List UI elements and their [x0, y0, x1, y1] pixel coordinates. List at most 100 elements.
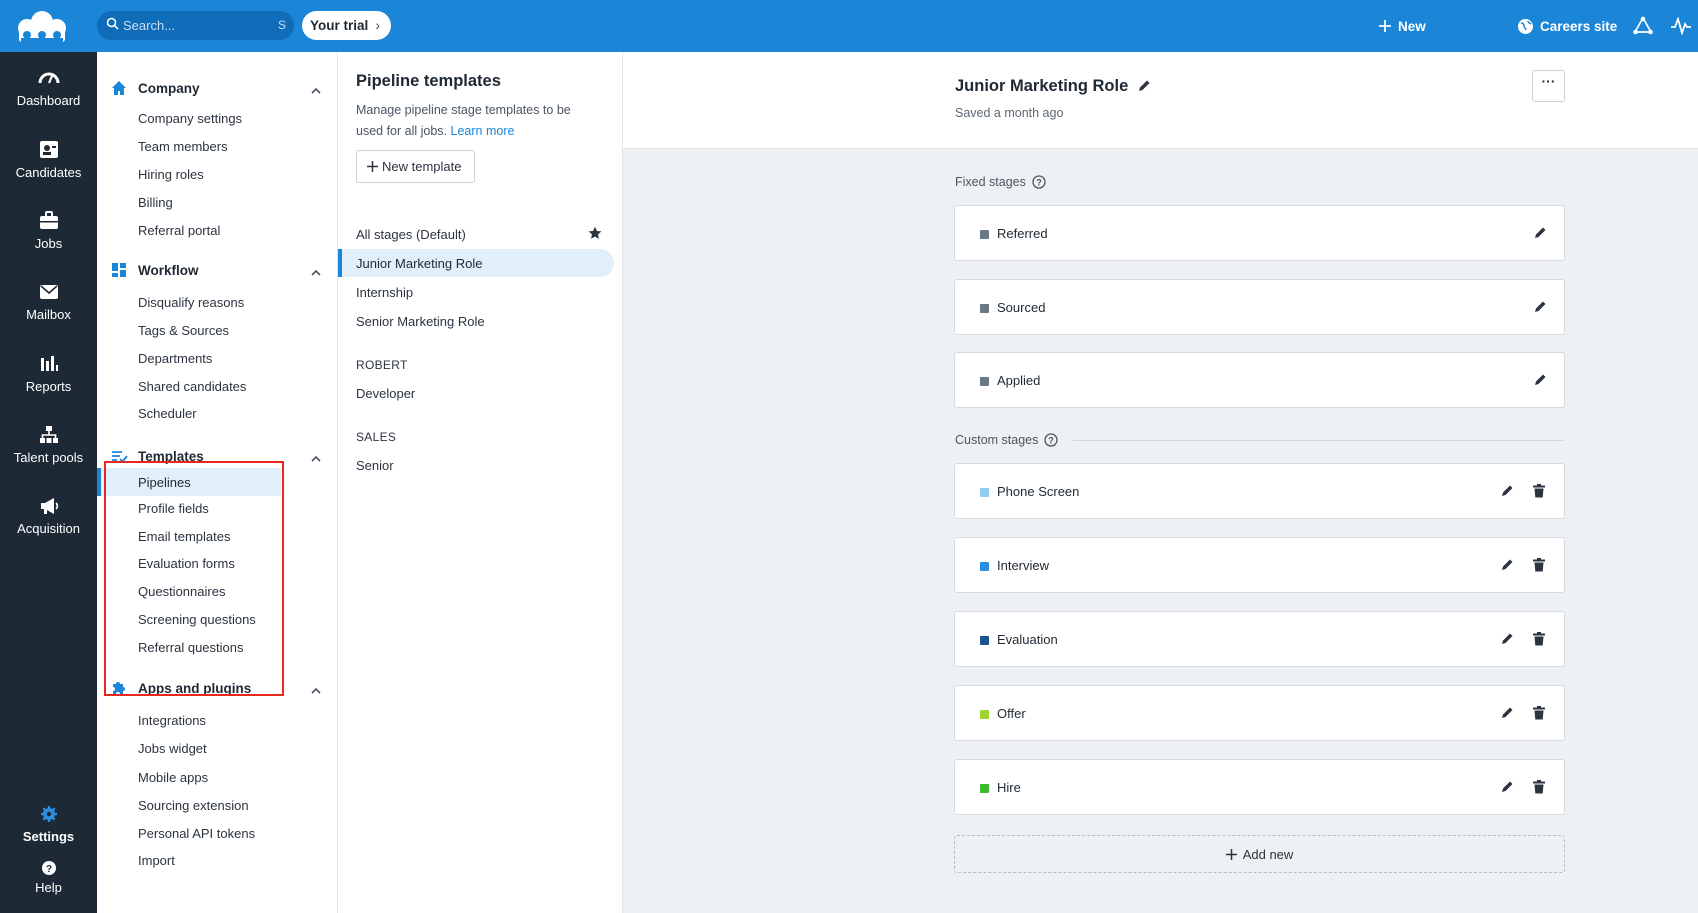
- chevron-up-icon[interactable]: [311, 264, 321, 279]
- pencil-icon[interactable]: [1500, 706, 1514, 723]
- search-input[interactable]: [123, 16, 263, 34]
- section-workflow[interactable]: Workflow: [111, 261, 321, 281]
- nav-jobs[interactable]: Jobs: [0, 210, 97, 251]
- template-item-developer[interactable]: Developer: [356, 386, 415, 401]
- add-new-stage-button[interactable]: Add new: [954, 835, 1565, 873]
- nav-label: Settings: [22, 829, 75, 844]
- fixed-stages-label: Fixed stages?: [955, 175, 1046, 192]
- settings-item-jobs-widget[interactable]: Jobs widget: [138, 741, 207, 756]
- template-item-default[interactable]: All stages (Default): [356, 227, 466, 242]
- nav-candidates[interactable]: Candidates: [0, 139, 97, 180]
- svg-text:?: ?: [1049, 436, 1055, 446]
- chevron-up-icon[interactable]: [311, 82, 321, 97]
- trash-icon[interactable]: [1533, 706, 1545, 723]
- careers-site-link[interactable]: Careers site: [1517, 0, 1617, 52]
- stage-color-dot: [980, 562, 989, 571]
- your-trial-button[interactable]: Your trial ›: [302, 11, 391, 40]
- help-circle-icon[interactable]: ?: [1032, 175, 1046, 192]
- bar-chart-icon: [0, 353, 97, 375]
- settings-item-scheduler[interactable]: Scheduler: [138, 406, 197, 421]
- highlight-box: [104, 461, 284, 696]
- chevron-right-icon: ›: [375, 18, 381, 33]
- trash-icon[interactable]: [1533, 632, 1545, 649]
- template-title: Junior Marketing Role: [955, 77, 1129, 95]
- settings-item-hiring-roles[interactable]: Hiring roles: [138, 167, 204, 182]
- pencil-icon[interactable]: [1137, 79, 1151, 96]
- learn-more-link[interactable]: Learn more: [451, 124, 515, 138]
- help-circle-icon[interactable]: ?: [1044, 433, 1059, 450]
- nav-help[interactable]: ? Help: [0, 860, 97, 895]
- settings-item-billing[interactable]: Billing: [138, 195, 173, 210]
- plus-icon: [1225, 848, 1237, 863]
- nav-acquisition[interactable]: Acquisition: [0, 495, 97, 536]
- pencil-icon[interactable]: [1500, 484, 1514, 501]
- editor-header: Junior Marketing Role Saved a month ago …: [623, 52, 1698, 149]
- panel-description: Manage pipeline stage templates to be us…: [356, 100, 596, 142]
- pencil-icon[interactable]: [1500, 558, 1514, 575]
- nav-settings[interactable]: Settings: [0, 803, 97, 844]
- stage-color-dot: [980, 377, 989, 386]
- pencil-icon[interactable]: [1533, 226, 1547, 243]
- nav-mailbox[interactable]: Mailbox: [0, 281, 97, 322]
- gear-icon: [0, 803, 97, 825]
- settings-item-import[interactable]: Import: [138, 853, 175, 868]
- settings-item-shared-candidates[interactable]: Shared candidates: [138, 379, 246, 394]
- saved-status: Saved a month ago: [955, 106, 1064, 120]
- settings-item-disqualify-reasons[interactable]: Disqualify reasons: [138, 295, 244, 310]
- settings-item-team-members[interactable]: Team members: [138, 139, 228, 154]
- pipeline-editor: Junior Marketing Role Saved a month ago …: [623, 52, 1698, 913]
- new-button[interactable]: New: [1378, 0, 1426, 52]
- star-icon[interactable]: [588, 226, 602, 243]
- template-group-heading: SALES: [356, 430, 397, 444]
- divider: [1073, 440, 1564, 441]
- nav-reports[interactable]: Reports: [0, 353, 97, 394]
- pipeline-templates-panel: Pipeline templates Manage pipeline stage…: [338, 52, 623, 913]
- settings-item-referral-portal[interactable]: Referral portal: [138, 223, 220, 238]
- stage-card-applied: Applied: [954, 352, 1565, 408]
- template-item-internship[interactable]: Internship: [356, 285, 413, 300]
- trash-icon[interactable]: [1533, 558, 1545, 575]
- search-icon: [106, 17, 119, 33]
- settings-item-departments[interactable]: Departments: [138, 351, 212, 366]
- pencil-icon[interactable]: [1533, 373, 1547, 390]
- main-navigation: Dashboard Candidates Jobs Mailbox Report…: [0, 52, 97, 913]
- settings-item-company-settings[interactable]: Company settings: [138, 111, 242, 126]
- search-box[interactable]: S: [97, 11, 294, 40]
- nav-talent-pools[interactable]: Talent pools: [0, 424, 97, 465]
- fixed-stages-text: Fixed stages: [955, 175, 1026, 189]
- nav-label: Dashboard: [16, 93, 81, 108]
- pencil-icon[interactable]: [1500, 632, 1514, 649]
- chevron-up-icon[interactable]: [311, 682, 321, 697]
- activity-icon[interactable]: [1670, 0, 1692, 52]
- settings-item-integrations[interactable]: Integrations: [138, 713, 206, 728]
- settings-item-personal-api-tokens[interactable]: Personal API tokens: [138, 826, 255, 841]
- pencil-icon[interactable]: [1500, 780, 1514, 797]
- stage-color-dot: [980, 710, 989, 719]
- nav-dashboard[interactable]: Dashboard: [0, 67, 97, 108]
- stage-name: Applied: [997, 373, 1041, 388]
- stage-name: Offer: [997, 706, 1026, 721]
- panel-title: Pipeline templates: [356, 72, 501, 90]
- trash-icon[interactable]: [1533, 484, 1545, 501]
- more-options-button[interactable]: ···: [1532, 70, 1565, 102]
- nav-label: Talent pools: [13, 450, 84, 465]
- template-item-senior[interactable]: Senior: [356, 458, 394, 473]
- integrations-icon[interactable]: [1632, 0, 1654, 52]
- trash-icon[interactable]: [1533, 780, 1545, 797]
- briefcase-icon: [0, 210, 97, 232]
- settings-item-sourcing-extension[interactable]: Sourcing extension: [138, 798, 249, 813]
- stage-card-evaluation: Evaluation: [954, 611, 1565, 667]
- chevron-up-icon[interactable]: [311, 450, 321, 465]
- template-item-senior-marketing-role[interactable]: Senior Marketing Role: [356, 314, 485, 329]
- section-company[interactable]: Company: [111, 79, 321, 99]
- nav-label: Jobs: [34, 236, 63, 251]
- settings-item-tags-sources[interactable]: Tags & Sources: [138, 323, 229, 338]
- careers-label: Careers site: [1540, 18, 1618, 34]
- home-icon: [111, 80, 127, 99]
- pencil-icon[interactable]: [1533, 300, 1547, 317]
- settings-item-mobile-apps[interactable]: Mobile apps: [138, 770, 208, 785]
- template-item-junior-marketing-role[interactable]: Junior Marketing Role: [338, 249, 614, 277]
- new-template-button[interactable]: New template: [356, 150, 475, 183]
- stage-name: Sourced: [997, 300, 1046, 315]
- logo-icon[interactable]: [15, 8, 69, 44]
